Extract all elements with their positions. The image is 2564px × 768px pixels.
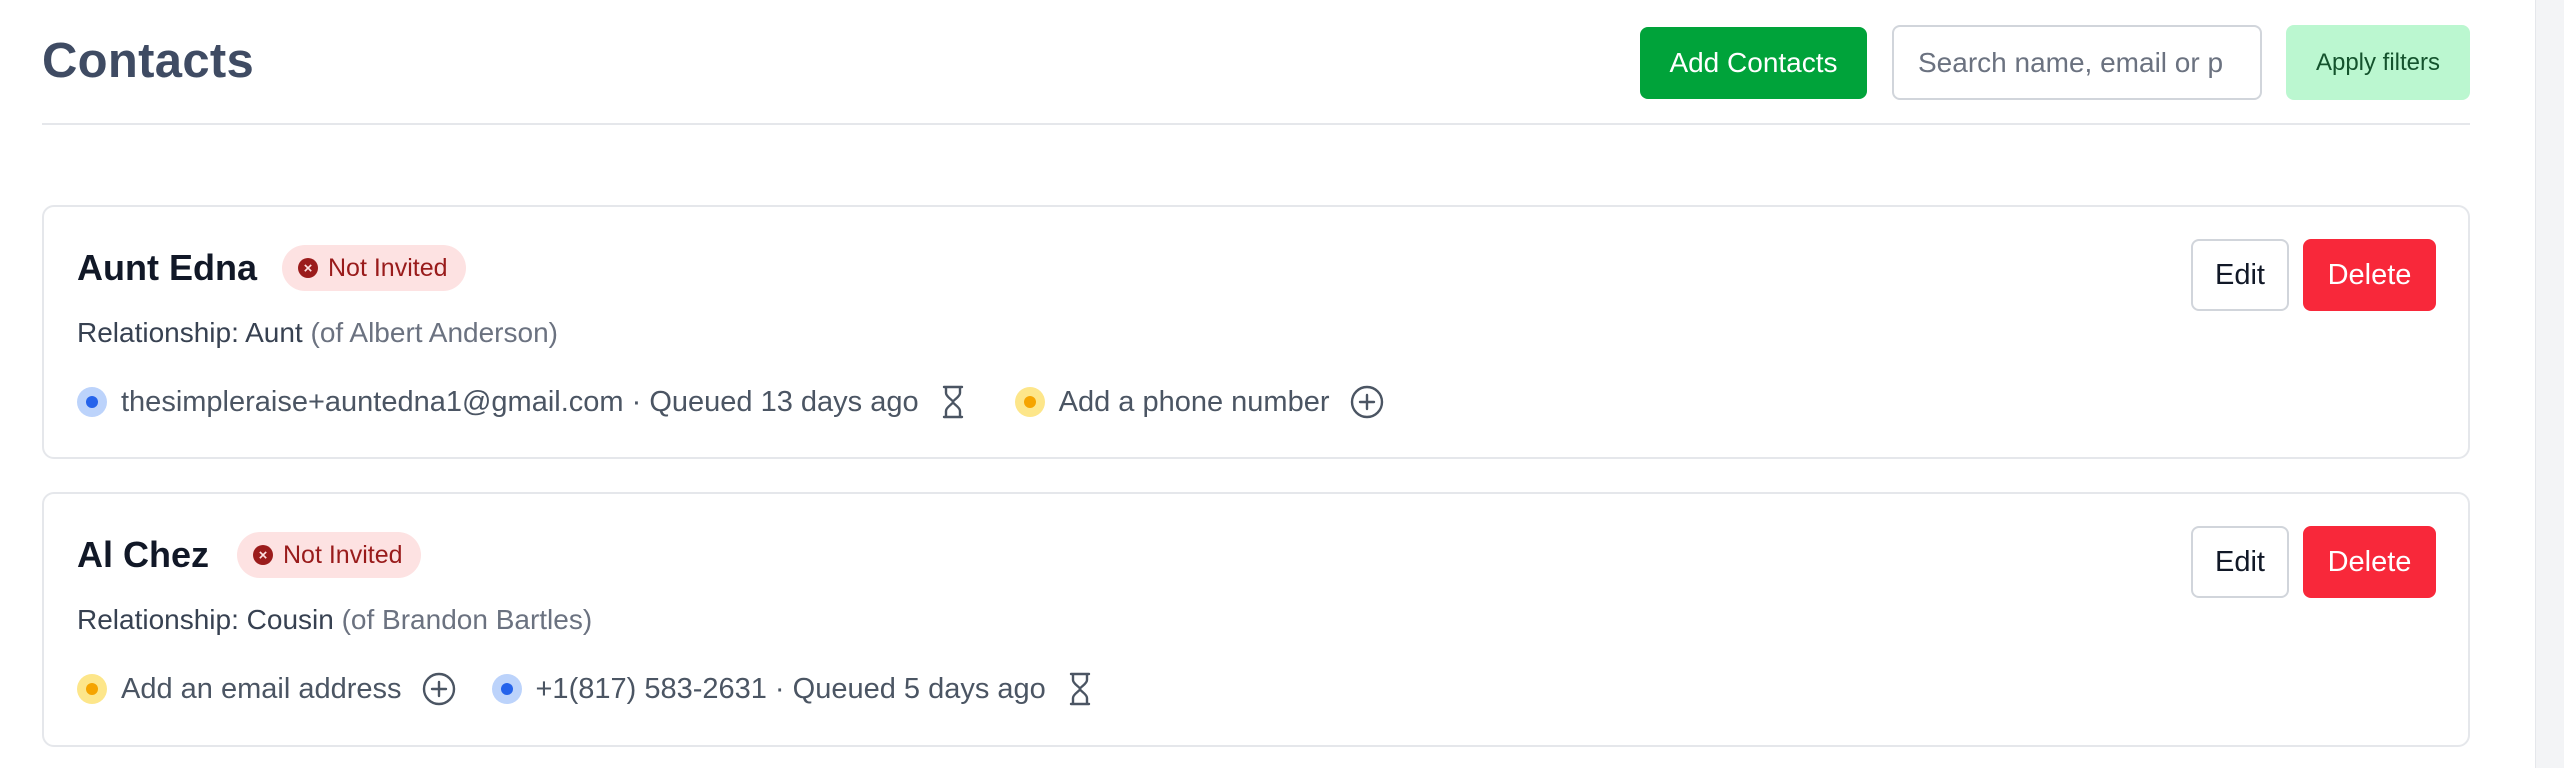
contact-name: Al Chez [77,534,210,575]
search-input[interactable] [1892,25,2262,100]
contact-methods: thesimpleraise+auntedna1@gmail.com · Que… [77,382,1384,422]
card-actions: Edit Delete [2191,239,2436,311]
delete-button[interactable]: Delete [2303,239,2436,311]
add-contacts-button[interactable]: Add Contacts [1640,26,1867,99]
contact-methods: Add an email address +1(817) 583-2631 · … [77,669,1092,709]
relationship-text: Relationship: Cousin (of Brandon Bartles… [77,604,592,636]
status-badge-label: Not Invited [328,253,448,282]
contact-name: Aunt Edna [77,247,257,288]
contacts-page: Contacts Add Contacts Apply filters Aunt… [42,0,2470,747]
header-actions: Add Contacts Apply filters [1640,25,2470,100]
status-dot-icon [1014,387,1045,417]
relationship-of: (of Brandon Bartles) [341,604,593,635]
page-header: Contacts Add Contacts Apply filters [42,0,2470,125]
x-circle-icon: × [253,545,273,565]
edit-button[interactable]: Edit [2191,526,2289,598]
hourglass-icon [941,385,965,419]
contact-card: Al Chez × Not Invited Relationship: Cous… [42,492,2470,747]
plus-circle-icon[interactable] [1350,385,1384,419]
status-dot-icon [77,387,107,417]
scrollbar-track[interactable] [2535,0,2564,768]
delete-button[interactable]: Delete [2303,526,2436,598]
relationship-label: Relationship: Aunt [77,317,303,348]
apply-filters-button[interactable]: Apply filters [2286,25,2470,100]
status-dot-icon [77,674,107,704]
relationship-label: Relationship: Cousin [77,604,334,635]
email-method-text: thesimpleraise+auntedna1@gmail.com · Que… [121,385,919,418]
page-title: Contacts [42,34,255,88]
edit-button[interactable]: Edit [2191,239,2289,311]
card-actions: Edit Delete [2191,526,2436,598]
status-badge: × Not Invited [237,532,421,578]
status-dot-icon [491,674,522,704]
phone-method-text: +1(817) 583-2631 · Queued 5 days ago [535,672,1046,705]
relationship-text: Relationship: Aunt (of Albert Anderson) [77,317,558,349]
status-badge: × Not Invited [282,245,466,291]
hourglass-icon [1068,672,1092,706]
status-badge-label: Not Invited [283,540,403,569]
relationship-of: (of Albert Anderson) [310,317,558,348]
contact-card: Aunt Edna × Not Invited Relationship: Au… [42,205,2470,459]
plus-circle-icon[interactable] [422,672,456,706]
x-circle-icon: × [298,258,318,278]
add-phone-link[interactable]: Add a phone number [1059,386,1330,419]
add-email-link[interactable]: Add an email address [121,673,402,706]
